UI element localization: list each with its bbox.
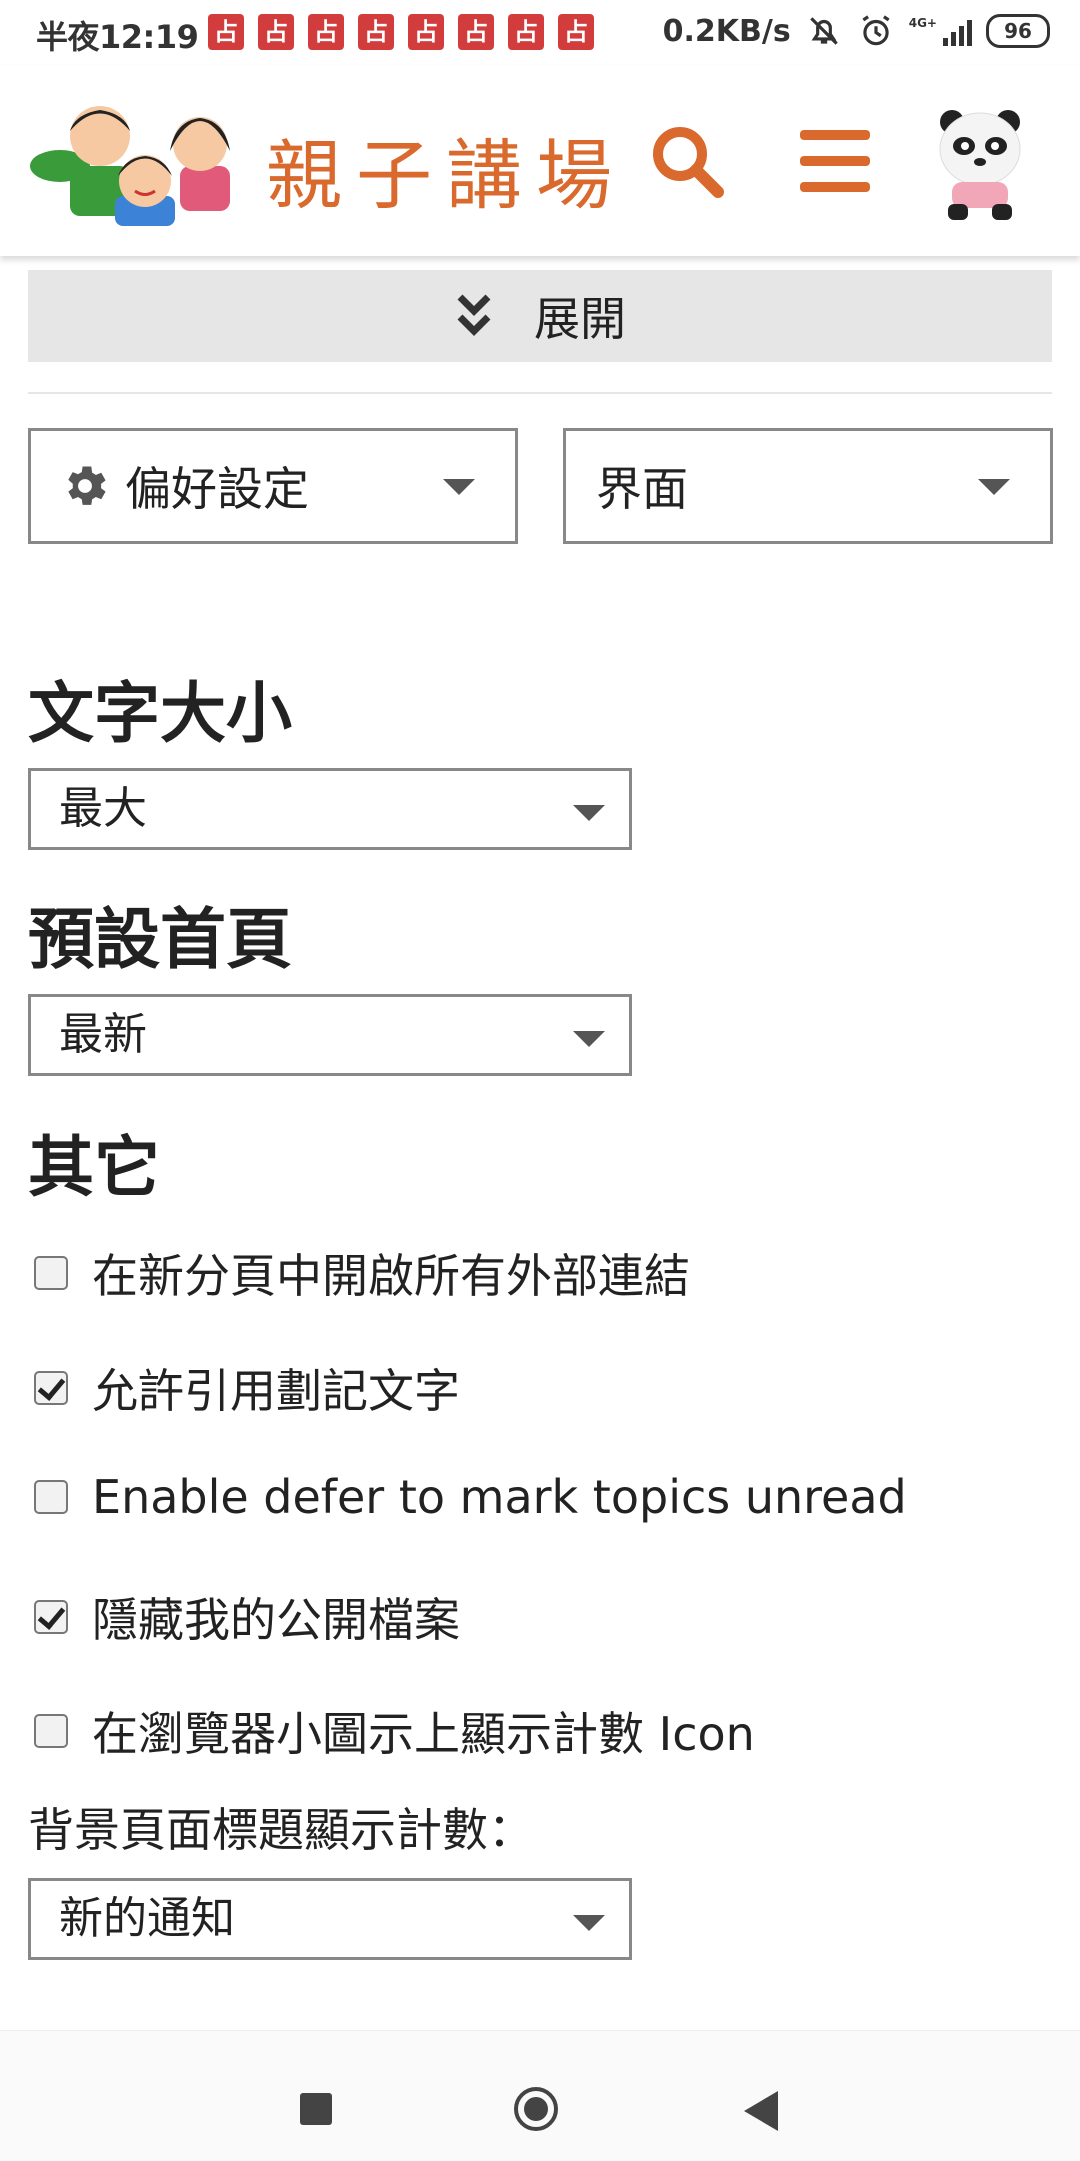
expand-button[interactable]: 展開 <box>28 270 1052 362</box>
background-title-value: 新的通知 <box>59 1893 235 1944</box>
notification-icons: 占 占 占 占 占 占 占 占 <box>208 14 594 50</box>
app-notification-icon: 占 <box>408 14 444 50</box>
checkbox[interactable] <box>34 1256 68 1290</box>
status-bar: 半夜12:19 占 占 占 占 占 占 占 占 0.2KB/s 4G+ 96 <box>0 0 1080 66</box>
site-title[interactable]: 親子講場 <box>266 114 626 224</box>
option-label: 在新分頁中開啟所有外部連結 <box>92 1249 690 1303</box>
option-label: 隱藏我的公開檔案 <box>92 1593 460 1647</box>
preferences-label: 偏好設定 <box>125 462 309 516</box>
bell-muted-icon <box>809 17 838 45</box>
alarm-icon <box>862 15 890 46</box>
text-size-heading: 文字大小 <box>28 675 292 752</box>
interface-label: 界面 <box>596 462 688 516</box>
option-defer-unread[interactable]: Enable defer to mark topics unread <box>34 1470 907 1524</box>
recents-icon[interactable] <box>300 2093 332 2125</box>
gear-icon <box>68 466 106 505</box>
chevron-down-icon <box>978 479 1010 495</box>
app-notification-icon: 占 <box>508 14 544 50</box>
text-size-value: 最大 <box>59 783 147 834</box>
menu-icon[interactable] <box>800 130 870 194</box>
option-label: 在瀏覽器小圖示上顯示計數 Icon <box>92 1707 755 1761</box>
option-open-external-links[interactable]: 在新分頁中開啟所有外部連結 <box>34 1240 690 1306</box>
chevron-down-icon <box>573 1031 605 1047</box>
app-notification-icon: 占 <box>358 14 394 50</box>
double-chevron-down-icon <box>457 294 491 336</box>
default-home-heading: 預設首頁 <box>28 901 292 978</box>
site-header: 親子講場 <box>0 66 1080 256</box>
text-size-select[interactable]: 最大 <box>28 768 632 850</box>
status-time: 半夜12:19 <box>36 18 199 56</box>
home-icon[interactable] <box>514 2087 558 2131</box>
option-label: Enable defer to mark topics unread <box>92 1470 907 1524</box>
network-speed: 0.2KB/s <box>662 13 791 49</box>
search-icon[interactable] <box>648 122 728 202</box>
app-notification-icon: 占 <box>308 14 344 50</box>
signal-label: 4G+ <box>908 16 937 30</box>
option-favicon-count[interactable]: 在瀏覽器小圖示上顯示計數 Icon <box>34 1698 755 1764</box>
signal-icon: 4G+ <box>909 16 972 46</box>
app-notification-icon: 占 <box>458 14 494 50</box>
divider <box>28 392 1052 394</box>
background-title-select[interactable]: 新的通知 <box>28 1878 632 1960</box>
background-title-label: 背景頁面標題顯示計數： <box>28 1803 534 1857</box>
battery-icon: 96 <box>986 14 1050 48</box>
interface-select[interactable]: 界面 <box>563 428 1053 544</box>
option-allow-quote[interactable]: 允許引用劃記文字 <box>34 1355 460 1421</box>
other-heading: 其它 <box>28 1129 160 1206</box>
default-home-select[interactable]: 最新 <box>28 994 632 1076</box>
expand-label: 展開 <box>534 292 626 346</box>
chevron-down-icon <box>573 805 605 821</box>
chevron-down-icon <box>573 1915 605 1931</box>
status-right: 0.2KB/s 4G+ 96 <box>663 12 1050 50</box>
default-home-value: 最新 <box>59 1009 147 1060</box>
checkbox[interactable] <box>34 1714 68 1748</box>
back-icon[interactable] <box>744 2091 778 2131</box>
family-logo-icon[interactable] <box>30 96 250 226</box>
checkbox[interactable] <box>34 1480 68 1514</box>
checkbox-checked[interactable] <box>34 1371 68 1405</box>
user-avatar[interactable] <box>930 104 1030 224</box>
option-label: 允許引用劃記文字 <box>92 1364 460 1418</box>
option-hide-profile[interactable]: 隱藏我的公開檔案 <box>34 1584 460 1650</box>
chevron-down-icon <box>443 479 475 495</box>
app-notification-icon: 占 <box>258 14 294 50</box>
navigation-bar <box>0 2030 1080 2161</box>
checkbox-checked[interactable] <box>34 1600 68 1634</box>
app-notification-icon: 占 <box>558 14 594 50</box>
preferences-select[interactable]: 偏好設定 <box>28 428 518 544</box>
app-notification-icon: 占 <box>208 14 244 50</box>
